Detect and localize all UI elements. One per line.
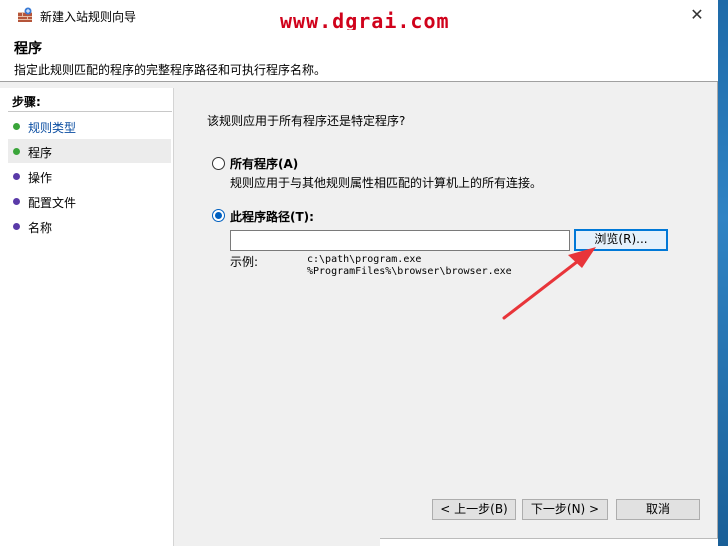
step-pending-dot-icon [13,198,20,205]
program-path-input[interactable] [230,230,570,251]
example-label: 示例: [230,255,259,269]
sidebar-item-profile[interactable]: 配置文件 [8,189,171,213]
steps-sidebar: 步骤: 规则类型 程序 操作 配置文件 名称 [0,88,174,546]
sidebar-item-rule-type[interactable]: 规则类型 [8,114,171,138]
next-button[interactable]: 下一步(N) > [522,499,608,520]
program-path-radio[interactable] [212,209,225,222]
sidebar-item-program[interactable]: 程序 [8,139,171,163]
sidebar-item-action[interactable]: 操作 [8,164,171,188]
page-description: 指定此规则匹配的程序的完整程序路径和可执行程序名称。 [14,63,327,77]
all-programs-radio[interactable] [212,157,225,170]
sidebar-item-label: 操作 [28,171,53,185]
main-panel: 该规则应用于所有程序还是特定程序? 所有程序(A) 规则应用于与其他规则属性相匹… [176,88,718,546]
sidebar-item-label: 程序 [28,146,53,160]
steps-heading: 步骤: [12,95,41,109]
cancel-button[interactable]: 取消 [616,499,700,520]
step-pending-dot-icon [13,173,20,180]
sidebar-item-label: 名称 [28,221,53,235]
close-button[interactable]: ✕ [686,4,708,26]
sidebar-item-label: 配置文件 [28,196,77,210]
sidebar-item-name[interactable]: 名称 [8,214,171,238]
wizard-header: 程序 指定此规则匹配的程序的完整程序路径和可执行程序名称。 [0,30,718,82]
step-pending-dot-icon [13,223,20,230]
background-window-peek [380,538,718,546]
question-text: 该规则应用于所有程序还是特定程序? [207,114,406,128]
step-done-dot-icon [13,123,20,130]
title-bar[interactable]: 新建入站规则向导 www.dgrai.com ✕ [0,0,718,33]
desktop-background [718,0,728,546]
example-paths: c:\path\program.exe %ProgramFiles%\brows… [307,254,512,277]
all-programs-description: 规则应用于与其他规则属性相匹配的计算机上的所有连接。 [230,176,543,190]
program-path-label[interactable]: 此程序路径(T): [230,208,314,225]
all-programs-label[interactable]: 所有程序(A) [230,155,298,172]
back-button[interactable]: < 上一步(B) [432,499,516,520]
steps-divider [8,111,172,112]
window-title: 新建入站规则向导 [40,10,137,24]
page-title: 程序 [14,41,42,57]
sidebar-item-label: 规则类型 [28,121,77,135]
wizard-window: 新建入站规则向导 www.dgrai.com ✕ 程序 指定此规则匹配的程序的完… [0,0,718,546]
browse-button[interactable]: 浏览(R)... [574,229,668,251]
firewall-icon [18,7,32,22]
step-current-dot-icon [13,148,20,155]
